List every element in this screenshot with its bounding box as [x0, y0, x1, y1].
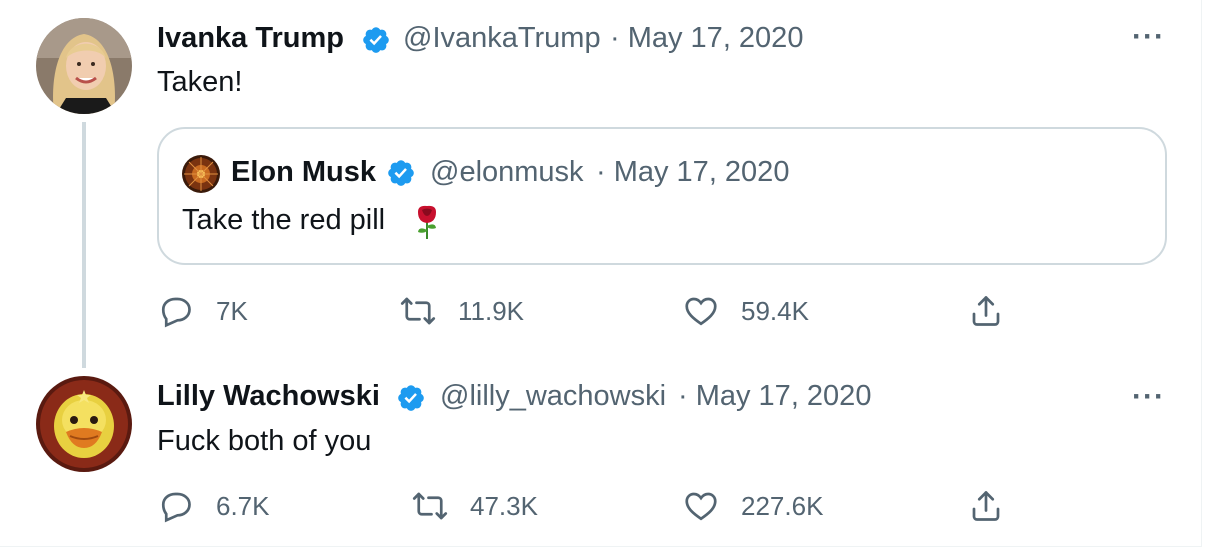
verified-badge-icon	[363, 27, 389, 53]
quoted-tweet-card[interactable]	[157, 127, 1167, 265]
share-icon[interactable]	[968, 293, 1004, 329]
avatar-elon-musk[interactable]	[182, 155, 220, 193]
verified-badge-icon	[388, 160, 414, 186]
thread-connector-line	[82, 122, 86, 368]
retweet-icon	[412, 492, 448, 520]
like-count: 59.4K	[741, 295, 809, 326]
author-handle[interactable]: @lilly_wachowski	[440, 380, 666, 413]
like-count: 227.6K	[741, 490, 824, 521]
quoted-author-name[interactable]: Elon Musk	[231, 156, 376, 189]
retweet-button[interactable]: 47.3K	[412, 488, 538, 524]
quoted-tweet-date[interactable]: · May 17, 2020	[596, 156, 789, 189]
like-button[interactable]: 227.6K	[683, 488, 823, 524]
reply-count: 6.7K	[216, 490, 270, 521]
heart-icon	[685, 492, 717, 521]
author-handle[interactable]: @IvankaTrump	[403, 22, 601, 55]
reply-icon	[161, 492, 191, 523]
tweet-date[interactable]: · May 17, 2020	[610, 22, 803, 55]
avatar-ivanka-trump[interactable]	[36, 18, 132, 114]
avatar-lilly-wachowski[interactable]	[36, 376, 132, 472]
tweet-text: Fuck both of you	[157, 425, 372, 457]
verified-badge-icon	[398, 385, 424, 411]
rose-emoji-icon	[418, 205, 436, 239]
more-options-icon[interactable]: ···	[1132, 22, 1165, 52]
quoted-tweet-text: Take the red pill	[182, 204, 386, 236]
retweet-count: 47.3K	[470, 490, 538, 521]
reply-count: 7K	[216, 295, 248, 326]
reply-button[interactable]: 6.7K	[158, 488, 270, 524]
retweet-button[interactable]: 11.9K	[400, 293, 524, 329]
reply-button[interactable]: 7K	[158, 293, 248, 329]
tweet-text: Taken!	[157, 66, 243, 98]
reply-icon	[161, 297, 191, 328]
heart-icon	[685, 297, 717, 326]
more-options-icon[interactable]: ···	[1132, 382, 1165, 412]
like-button[interactable]: 59.4K	[683, 293, 809, 329]
retweet-icon	[400, 297, 436, 325]
author-name[interactable]: Lilly Wachowski	[157, 380, 380, 413]
author-name[interactable]: Ivanka Trump	[157, 22, 344, 55]
share-icon[interactable]	[968, 488, 1004, 524]
tweet-date[interactable]: · May 17, 2020	[678, 380, 871, 413]
quoted-author-handle[interactable]: @elonmusk	[430, 156, 584, 189]
retweet-count: 11.9K	[458, 295, 525, 326]
